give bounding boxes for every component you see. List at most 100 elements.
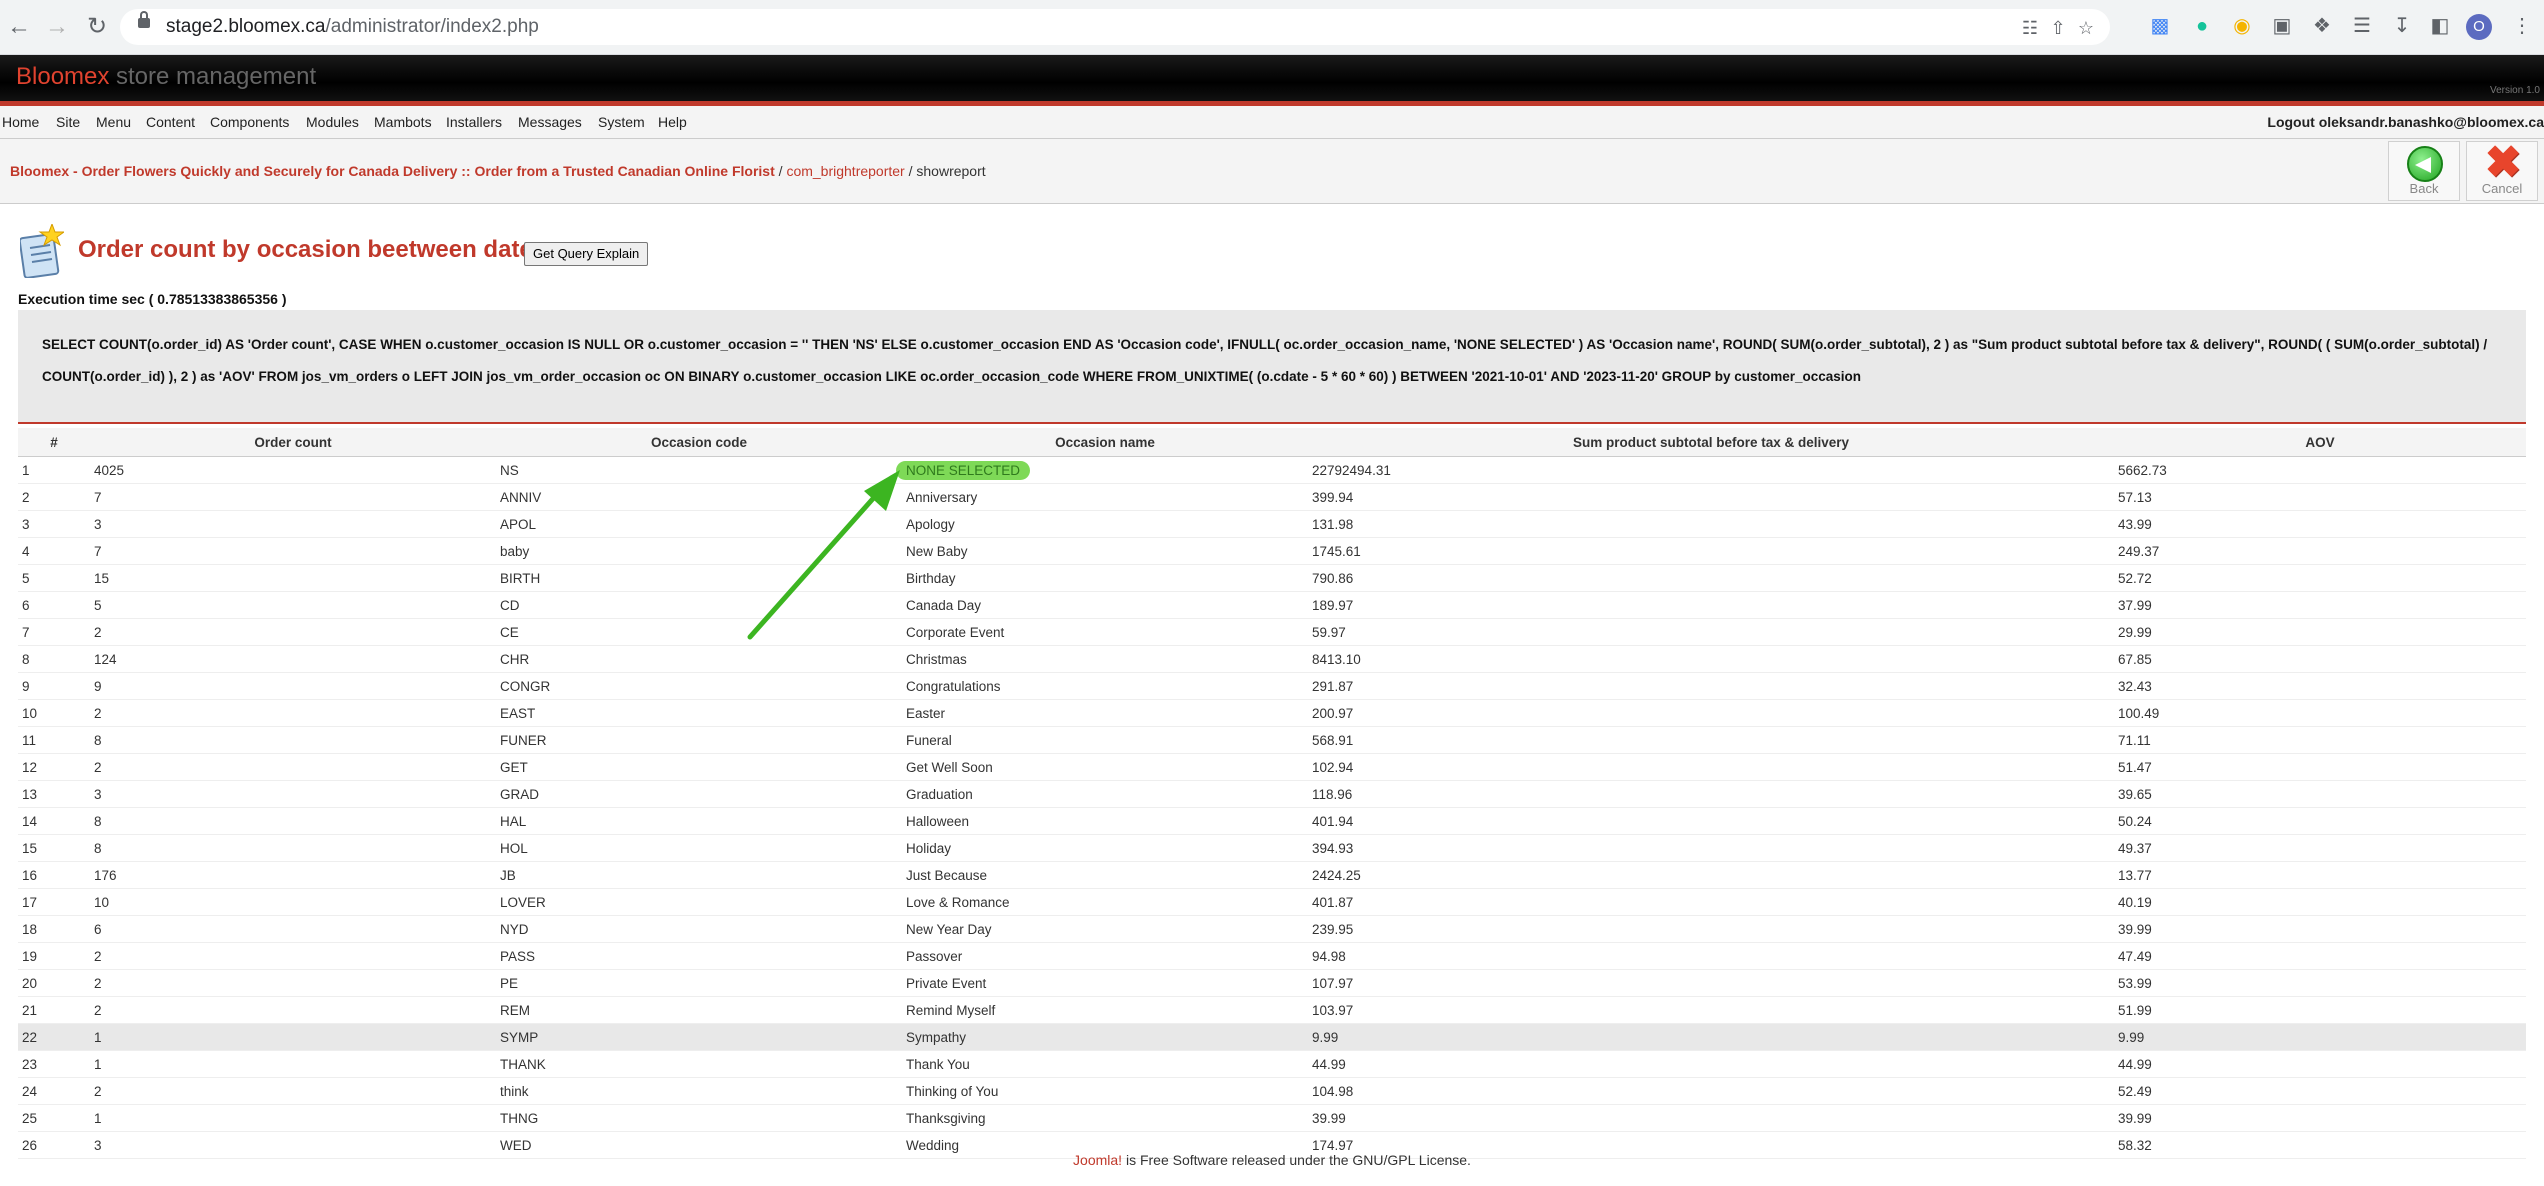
cell-order-count: 7 <box>90 537 496 565</box>
profile-avatar[interactable]: O <box>2466 14 2492 40</box>
breadcrumb-component[interactable]: com_brightreporter <box>786 163 904 179</box>
cell-occasion-code: NYD <box>496 915 902 943</box>
table-row: 5 15 BIRTH Birthday 790.86 52.72 <box>18 564 2526 592</box>
pathway-toolbar: Bloomex - Order Flowers Quickly and Secu… <box>0 139 2544 204</box>
cell-index: 4 <box>18 537 90 565</box>
download-icon[interactable]: ↧ <box>2390 14 2414 38</box>
table-header-row: # Order count Occasion code Occasion nam… <box>18 428 2526 457</box>
cell-order-count: 9 <box>90 672 496 700</box>
cell-index: 16 <box>18 861 90 889</box>
table-row: 10 2 EAST Easter 200.97 100.49 <box>18 699 2526 727</box>
reload-icon[interactable]: ↻ <box>82 12 112 42</box>
cell-occasion-code: PE <box>496 969 902 997</box>
menu-components[interactable]: Components <box>210 106 289 138</box>
cell-aov: 13.77 <box>2114 861 2526 889</box>
cell-occasion-code: HAL <box>496 807 902 835</box>
cell-order-count: 124 <box>90 645 496 673</box>
cell-sum-subtotal: 401.87 <box>1308 888 2114 916</box>
menu-menu[interactable]: Menu <box>96 106 131 138</box>
table-row: 14 8 HAL Halloween 401.94 50.24 <box>18 807 2526 835</box>
back-arrow-icon[interactable]: ← <box>4 12 34 42</box>
cell-index: 15 <box>18 834 90 862</box>
menu-home[interactable]: Home <box>2 106 39 138</box>
cell-index: 1 <box>18 456 90 484</box>
joomla-link[interactable]: Joomla! <box>1073 1152 1122 1168</box>
bookmark-star-icon[interactable]: ☆ <box>2076 18 2096 38</box>
menu-site[interactable]: Site <box>56 106 80 138</box>
cell-sum-subtotal: 44.99 <box>1308 1050 2114 1078</box>
cell-index: 6 <box>18 591 90 619</box>
table-row: 19 2 PASS Passover 94.98 47.49 <box>18 942 2526 970</box>
side-panel-icon[interactable]: ◧ <box>2428 14 2452 38</box>
color-extension-icon[interactable]: ◉ <box>2230 14 2254 38</box>
menu-content[interactable]: Content <box>146 106 195 138</box>
cell-order-count: 3 <box>90 780 496 808</box>
highlighted-occasion-name: NONE SELECTED <box>896 460 1031 480</box>
screenshot-extension-icon[interactable]: ▣ <box>2270 14 2294 38</box>
grammarly-icon[interactable]: ● <box>2190 14 2214 38</box>
menu-installers[interactable]: Installers <box>446 106 502 138</box>
table-row: 20 2 PE Private Event 107.97 53.99 <box>18 969 2526 997</box>
cell-occasion-code: think <box>496 1077 902 1105</box>
translate-icon[interactable]: ☷ <box>2020 18 2040 38</box>
cell-occasion-code: PASS <box>496 942 902 970</box>
translate-extension-icon[interactable]: ▩ <box>2148 14 2172 38</box>
menu-help[interactable]: Help <box>658 106 687 138</box>
cell-aov: 40.19 <box>2114 888 2526 916</box>
report-notepad-icon <box>20 224 64 278</box>
cell-index: 24 <box>18 1077 90 1105</box>
cell-aov: 100.49 <box>2114 699 2526 727</box>
cell-sum-subtotal: 2424.25 <box>1308 861 2114 889</box>
cell-sum-subtotal: 118.96 <box>1308 780 2114 808</box>
cell-aov: 5662.73 <box>2114 456 2526 484</box>
table-row: 8 124 CHR Christmas 8413.10 67.85 <box>18 645 2526 673</box>
cell-order-count: 7 <box>90 483 496 511</box>
cell-occasion-code: THANK <box>496 1050 902 1078</box>
footer-text: is Free Software released under the GNU/… <box>1122 1152 1471 1168</box>
cell-aov: 39.65 <box>2114 780 2526 808</box>
back-button[interactable]: Back <box>2388 141 2460 201</box>
cell-occasion-code: GET <box>496 753 902 781</box>
cell-occasion-code: CONGR <box>496 672 902 700</box>
cell-occasion-name: Easter <box>902 699 1308 727</box>
get-query-explain-button[interactable]: Get Query Explain <box>524 242 649 266</box>
cell-aov: 67.85 <box>2114 645 2526 673</box>
menu-system[interactable]: System <box>598 106 645 138</box>
menu-modules[interactable]: Modules <box>306 106 359 138</box>
cell-occasion-name: Thinking of You <box>902 1077 1308 1105</box>
reading-list-icon[interactable]: ☰ <box>2350 14 2374 38</box>
cell-index: 7 <box>18 618 90 646</box>
table-row: 9 9 CONGR Congratulations 291.87 32.43 <box>18 672 2526 700</box>
cell-aov: 53.99 <box>2114 969 2526 997</box>
address-url[interactable]: stage2.bloomex.ca/administrator/index2.p… <box>166 9 539 45</box>
chrome-menu-icon[interactable]: ⋮ <box>2510 14 2534 38</box>
cancel-button[interactable]: ✖ Cancel <box>2466 141 2538 201</box>
col-header-aov: AOV <box>2114 428 2526 457</box>
cell-sum-subtotal: 94.98 <box>1308 942 2114 970</box>
cell-occasion-name: Birthday <box>902 564 1308 592</box>
cell-occasion-code: REM <box>496 996 902 1024</box>
cell-aov: 249.37 <box>2114 537 2526 565</box>
address-bar[interactable]: stage2.bloomex.ca/administrator/index2.p… <box>120 9 2110 45</box>
cell-occasion-name: Thank You <box>902 1050 1308 1078</box>
breadcrumb-task: showreport <box>916 163 986 179</box>
table-row: 21 2 REM Remind Myself 103.97 51.99 <box>18 996 2526 1024</box>
logout-link[interactable]: Logout oleksandr.banashko@bloomex.ca <box>2267 106 2544 138</box>
col-header-index: # <box>18 428 90 457</box>
menu-mambots[interactable]: Mambots <box>374 106 432 138</box>
cell-occasion-name: Passover <box>902 942 1308 970</box>
breadcrumb-site[interactable]: Bloomex - Order Flowers Quickly and Secu… <box>10 163 775 179</box>
cell-occasion-code: FUNER <box>496 726 902 754</box>
cell-occasion-code: LOVER <box>496 888 902 916</box>
puzzle-icon[interactable]: ❖ <box>2310 14 2334 38</box>
breadcrumb: Bloomex - Order Flowers Quickly and Secu… <box>10 139 986 203</box>
menu-messages[interactable]: Messages <box>518 106 582 138</box>
share-icon[interactable]: ⇧ <box>2048 18 2068 38</box>
cell-occasion-name: New Baby <box>902 537 1308 565</box>
sql-query-text: SELECT COUNT(o.order_id) AS 'Order count… <box>42 337 2488 384</box>
cell-occasion-name: New Year Day <box>902 915 1308 943</box>
cell-sum-subtotal: 399.94 <box>1308 483 2114 511</box>
forward-arrow-icon[interactable]: → <box>42 12 72 42</box>
cell-index: 22 <box>18 1023 90 1051</box>
table-row: 13 3 GRAD Graduation 118.96 39.65 <box>18 780 2526 808</box>
